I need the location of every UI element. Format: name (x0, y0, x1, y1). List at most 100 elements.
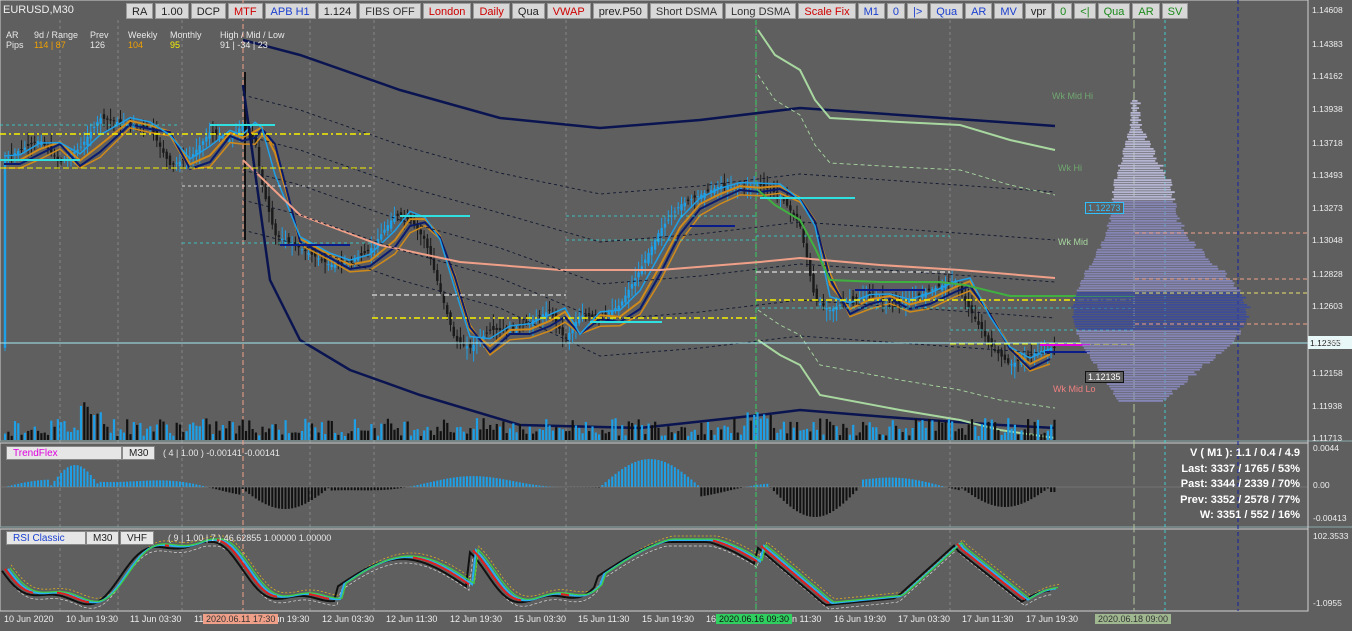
volume-profile-bar (1117, 174, 1165, 177)
price-tick: 1.13493 (1312, 170, 1343, 180)
toolbar-button-13[interactable]: Long DSMA (725, 3, 797, 19)
volume-bar (1010, 428, 1013, 440)
volume-bar (155, 424, 158, 440)
bull-candle (756, 185, 759, 187)
trendflex-bar (17, 483, 20, 487)
toolbar-button-22[interactable]: 0 (1054, 3, 1073, 19)
volume-bar (294, 432, 297, 440)
bull-candle (607, 312, 611, 315)
bull-candle (637, 272, 640, 278)
volume-bar (502, 421, 505, 440)
trendflex-bar (904, 478, 907, 487)
trendflex-bar (43, 479, 46, 487)
trading-chart-window[interactable]: 0.0044 0.00 -0.00413 102.3533 -1.0955 1.12365… (0, 0, 1352, 631)
toolbar-button-18[interactable]: Qua (930, 3, 964, 19)
rsi-label[interactable]: RSI Classic (6, 531, 86, 545)
volume-profile-bar (1121, 162, 1158, 165)
toolbar-button-17[interactable]: |> (907, 3, 929, 19)
volume-profile-bar (1084, 275, 1226, 277)
bull-candle (1013, 362, 1016, 367)
bull-candle (472, 344, 475, 351)
volume-profile-bar (1114, 186, 1171, 189)
toolbar-button-23[interactable]: <| (1074, 3, 1096, 19)
rsi-vhf[interactable]: VHF (120, 531, 154, 545)
rsi-down-segment (28, 590, 34, 594)
toolbar-button-5[interactable]: 1.124 (317, 3, 358, 19)
volume-profile-bar (1130, 102, 1141, 105)
bull-candle (92, 126, 96, 128)
volume-bar (307, 422, 310, 440)
toolbar-button-6[interactable]: FIBS OFF (359, 3, 421, 19)
trendflex-bar (433, 481, 435, 487)
bull-candle (647, 253, 650, 264)
toolbar-button-1[interactable]: 1.00 (155, 3, 189, 19)
bull-candle (568, 332, 571, 340)
volume-bar (324, 434, 327, 440)
toolbar-button-0[interactable]: RA (126, 3, 154, 19)
trendflex-tf[interactable]: M30 (122, 446, 156, 460)
toolbar-button-24[interactable]: Qua (1097, 3, 1131, 19)
trendflex-bar (987, 487, 990, 504)
toolbar-button-12[interactable]: Short DSMA (649, 3, 724, 19)
volume-bar (376, 435, 380, 440)
volume-bar (1013, 424, 1016, 440)
toolbar-button-21[interactable]: vpr (1024, 3, 1053, 19)
toolbar-button-26[interactable]: SV (1161, 3, 1189, 19)
volume-bar (1003, 432, 1007, 440)
volume-bar (340, 431, 343, 440)
toolbar-button-8[interactable]: Daily (473, 3, 510, 19)
volume-profile-bar (1088, 268, 1219, 270)
bear-candle (165, 151, 168, 159)
trendflex-bar (515, 481, 518, 487)
bear-candle (974, 316, 977, 320)
volume-bar (99, 412, 102, 440)
toolbar-button-10[interactable]: VWAP (546, 3, 591, 19)
trendflex-bar (53, 480, 56, 487)
trendflex-bar (370, 487, 373, 491)
toolbar-button-11[interactable]: prev.P50 (592, 3, 648, 19)
volume-bar (703, 434, 706, 440)
toolbar-button-15[interactable]: M1 (857, 3, 885, 19)
toolbar-button-7[interactable]: London (422, 3, 472, 19)
wk-mid-hi (757, 74, 1056, 196)
trendflex-bar (423, 483, 426, 487)
volume-bar (347, 433, 350, 440)
volume-profile-bar (1072, 316, 1250, 318)
trendflex-bar (789, 487, 792, 507)
wk-lo-line (757, 339, 1056, 439)
volume-bar (792, 427, 795, 440)
volume-bar (277, 429, 281, 440)
time-tick: 10 Jun 2020 (4, 614, 54, 624)
trendflex-bar (93, 479, 96, 487)
toolbar-button-19[interactable]: AR (965, 3, 993, 19)
trendflex-bar (829, 487, 831, 513)
volume-bar (320, 422, 323, 440)
volume-bar (10, 435, 13, 440)
toolbar-button-4[interactable]: APB H1 (264, 3, 316, 19)
trendflex-bar (475, 476, 478, 487)
volume-bar (152, 431, 155, 440)
time-tick: 15 Jun 11:30 (578, 614, 630, 624)
toolbar-button-20[interactable]: MV (994, 3, 1023, 19)
trendflex-bar (1027, 487, 1029, 501)
toolbar-button-3[interactable]: MTF (227, 3, 263, 19)
bull-candle (201, 141, 205, 145)
bull-candle (393, 215, 396, 222)
bear-candle (271, 208, 274, 225)
volume-bar (360, 430, 363, 440)
trendflex-bar (891, 477, 894, 487)
trendflex-bar (848, 487, 851, 498)
trendflex-bar (37, 480, 39, 487)
chart-toolbar: RA 1.00 DCP MTF APB H1 1.124 FIBS OFF London Dai… (126, 3, 1189, 19)
toolbar-button-16[interactable]: 0 (886, 3, 906, 19)
toolbar-button-25[interactable]: AR (1132, 3, 1160, 19)
toolbar-button-2[interactable]: DCP (190, 3, 226, 19)
toolbar-button-9[interactable]: Qua (511, 3, 545, 19)
trendflex-label[interactable]: TrendFlex (6, 446, 122, 460)
bull-candle (683, 202, 686, 207)
rsi-tf[interactable]: M30 (86, 531, 120, 545)
volume-bar (162, 421, 165, 440)
trendflex-bar (195, 484, 198, 487)
trendflex-bar (812, 487, 815, 517)
toolbar-button-14[interactable]: Scale Fix (798, 3, 856, 19)
